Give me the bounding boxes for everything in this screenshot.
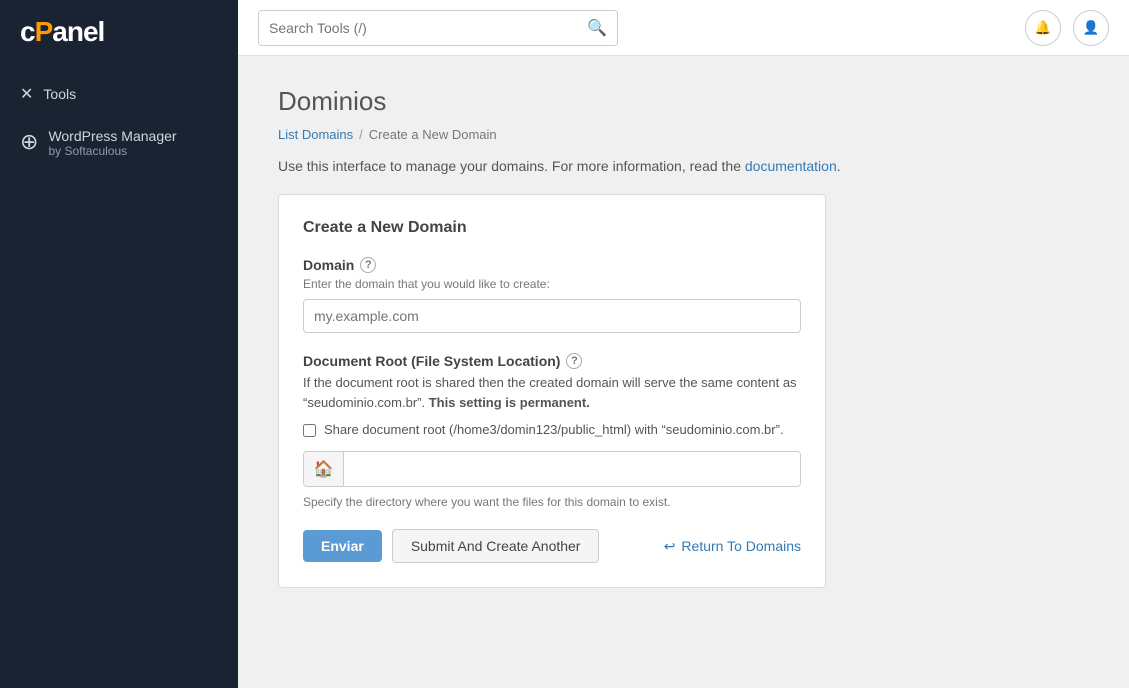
doc-root-help-icon[interactable]: ? [566, 353, 582, 369]
domain-help-text: Enter the domain that you would like to … [303, 277, 801, 291]
wordpress-icon: ⊕ [20, 129, 38, 155]
breadcrumb-separator: / [359, 127, 363, 142]
cpanel-logo: cPanel [0, 0, 238, 62]
doc-root-group: Document Root (File System Location) ? I… [303, 353, 801, 509]
main-area: 🔍 🔔 👤 Dominios List Domains / Create a N… [238, 0, 1129, 688]
breadcrumb: List Domains / Create a New Domain [278, 127, 1089, 142]
domain-field-group: Domain ? Enter the domain that you would… [303, 257, 801, 333]
domain-help-icon[interactable]: ? [360, 257, 376, 273]
return-to-domains-button[interactable]: ↩ Return To Domains [664, 538, 801, 555]
sidebar-navigation: ✕ Tools ⊕ WordPress Manager by Softaculo… [0, 62, 238, 180]
form-actions: Enviar Submit And Create Another ↩ Retur… [303, 529, 801, 563]
directory-input[interactable] [344, 452, 800, 486]
share-root-label[interactable]: Share document root (/home3/domin123/pub… [324, 422, 784, 437]
home-icon: 🏠 [314, 459, 334, 479]
wordpress-sub-label: by Softaculous [48, 144, 176, 158]
directory-input-group: 🏠 [303, 451, 801, 487]
breadcrumb-list-domains[interactable]: List Domains [278, 127, 353, 142]
top-header: 🔍 🔔 👤 [238, 0, 1129, 56]
page-title: Dominios [278, 86, 1089, 117]
sidebar: cPanel ✕ Tools ⊕ WordPress Manager by So… [0, 0, 238, 688]
sidebar-item-wordpress[interactable]: ⊕ WordPress Manager by Softaculous [0, 116, 238, 170]
share-root-checkbox-row: Share document root (/home3/domin123/pub… [303, 422, 801, 437]
domain-label: Domain ? [303, 257, 801, 273]
share-root-checkbox[interactable] [303, 424, 316, 437]
wordpress-text: WordPress Manager by Softaculous [48, 128, 176, 158]
search-input[interactable] [269, 20, 579, 36]
directory-hint: Specify the directory where you want the… [303, 495, 801, 509]
doc-root-label: Document Root (File System Location) ? [303, 353, 801, 369]
tools-icon: ✕ [20, 84, 33, 104]
search-bar[interactable]: 🔍 [258, 10, 618, 46]
notifications-button[interactable]: 🔔 [1025, 10, 1061, 46]
user-icon: 👤 [1083, 20, 1100, 36]
create-domain-form-card: Create a New Domain Domain ? Enter the d… [278, 194, 826, 588]
search-submit-button[interactable]: 🔍 [587, 18, 607, 38]
domain-input[interactable] [303, 299, 801, 333]
submit-create-another-button[interactable]: Submit And Create Another [392, 529, 600, 563]
form-card-title: Create a New Domain [303, 219, 801, 237]
wordpress-title-label: WordPress Manager [48, 128, 176, 144]
breadcrumb-current: Create a New Domain [369, 127, 497, 142]
arrow-left-icon: ↩ [664, 538, 676, 555]
page-content: Dominios List Domains / Create a New Dom… [238, 56, 1129, 688]
sidebar-item-tools[interactable]: ✕ Tools [0, 72, 238, 116]
page-description: Use this interface to manage your domain… [278, 158, 1089, 174]
doc-root-description: If the document root is shared then the … [303, 373, 801, 412]
sidebar-item-tools-label: Tools [43, 86, 76, 102]
documentation-link[interactable]: documentation [745, 158, 837, 174]
user-menu-button[interactable]: 👤 [1073, 10, 1109, 46]
bell-icon: 🔔 [1035, 20, 1052, 36]
submit-button[interactable]: Enviar [303, 530, 382, 562]
home-directory-button[interactable]: 🏠 [304, 452, 344, 486]
